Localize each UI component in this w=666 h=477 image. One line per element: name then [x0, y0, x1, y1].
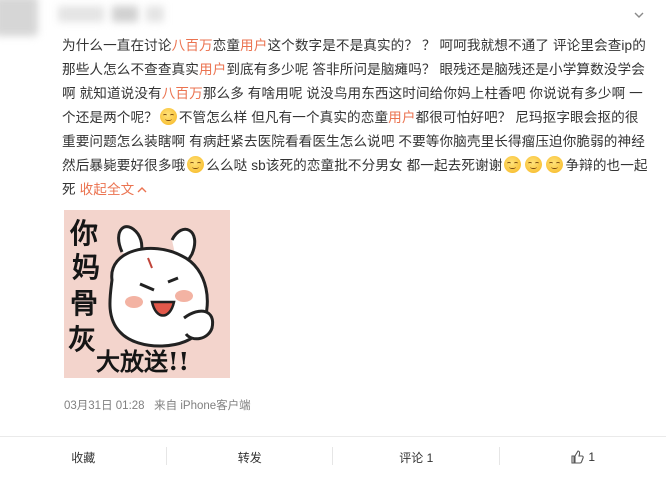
keyword-highlight[interactable]: 用户 — [199, 62, 226, 77]
thumbs-up-icon — [571, 450, 585, 464]
username-blurred[interactable] — [58, 6, 104, 22]
smile-emoji-icon — [546, 156, 564, 173]
comment-button[interactable]: 评论 1 — [333, 437, 500, 477]
keyword-highlight[interactable]: 用户 — [388, 110, 415, 125]
smile-emoji-icon — [525, 156, 543, 173]
favorite-label: 收藏 — [71, 450, 96, 465]
keyword-highlight[interactable]: 八百万 — [172, 38, 213, 53]
like-count: 1 — [588, 450, 596, 464]
post-text-segment: 为什么一直在讨论 — [62, 38, 172, 53]
username-blurred-3 — [146, 6, 164, 22]
repost-button[interactable]: 转发 — [167, 437, 333, 477]
comment-label: 评论 1 — [399, 450, 434, 465]
favorite-button[interactable]: 收藏 — [0, 437, 167, 477]
post-date[interactable]: 03月31日 01:28 — [64, 400, 145, 412]
like-button[interactable]: 1 — [500, 437, 666, 477]
post-text-segment: 么么哒 sb该死的恋童批不分男女 都一起去死谢谢 — [206, 158, 503, 173]
chevron-up-icon[interactable] — [137, 186, 147, 194]
smile-emoji-icon — [504, 156, 522, 173]
post-actions: 收藏 转发 评论 1 1 — [0, 437, 666, 477]
collapse-text-link[interactable]: 收起全文 — [80, 182, 135, 197]
post-text-segment: 不管怎么样 但凡有一个真实的恋童 — [178, 110, 389, 125]
smile-emoji-icon — [187, 156, 205, 173]
weibo-post: 为什么一直在讨论八百万恋童用户这个数字是不是真实的？ ？ 呵呵我就想不通了 评论… — [0, 0, 666, 477]
sticker-text-4: 灰 — [68, 323, 97, 356]
sticker-text-3: 骨 — [70, 287, 99, 320]
keyword-highlight[interactable]: 用户 — [240, 38, 267, 53]
keyword-highlight[interactable]: 八百万 — [162, 86, 203, 101]
post-text-segment: 恋童 — [212, 38, 241, 53]
chevron-down-icon[interactable] — [634, 10, 644, 20]
sticker-image[interactable]: 你 妈 骨 灰 大放送!! — [64, 210, 230, 378]
post-meta: 03月31日 01:28 来自 iPhone客户端 — [64, 397, 251, 413]
sticker-text-5: 大放送!! — [96, 347, 190, 376]
post-text: 为什么一直在讨论八百万恋童用户这个数字是不是真实的？ ？ 呵呵我就想不通了 评论… — [62, 34, 654, 202]
post-source: 来自 iPhone客户端 — [154, 400, 251, 412]
smile-emoji-icon — [159, 108, 177, 125]
sticker-text-2: 妈 — [72, 251, 101, 284]
avatar[interactable] — [0, 0, 38, 36]
username-blurred-2 — [112, 6, 138, 22]
repost-label: 转发 — [237, 450, 262, 465]
